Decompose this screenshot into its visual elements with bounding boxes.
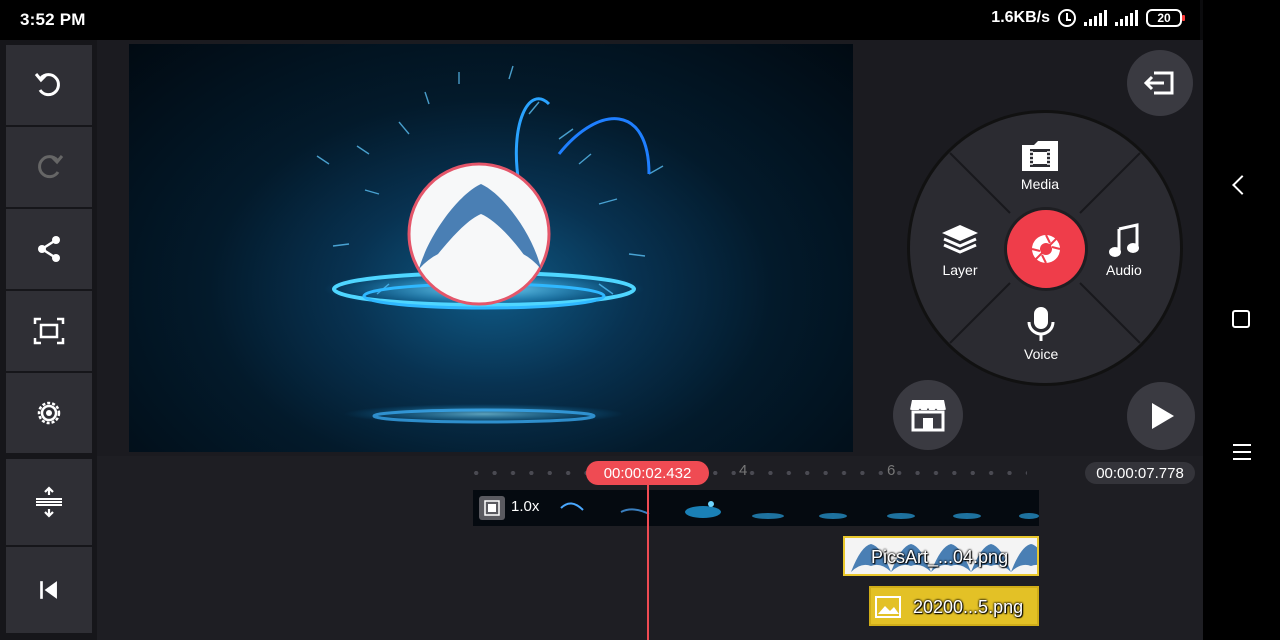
share-button[interactable] [6,209,92,289]
battery-icon: 20 [1146,9,1185,27]
asset-store-button[interactable] [893,380,963,450]
timeline[interactable]: 4 6 00:00:02.432 00:00:07.778 1.0x PicsA… [97,456,1203,640]
media-wheel: Media Layer Audio Voice [907,110,1183,386]
layers-icon [942,225,978,254]
ruler-mark-4: 4 [739,462,748,479]
layer-clip-name: 20200...5.png [913,597,1024,617]
skip-to-start-button[interactable] [6,547,92,633]
ruler-mark-6: 6 [887,462,896,479]
video-clip[interactable]: 1.0x [473,490,1039,526]
aspect-ratio-button[interactable] [6,291,92,371]
audio-button[interactable]: Audio [1106,223,1142,278]
image-layer-clip[interactable]: 20200...5.png [869,586,1039,626]
system-navigation [1203,0,1280,640]
preview-image [316,65,664,424]
timeline-expand-button[interactable] [6,459,92,545]
total-time-badge: 00:00:07.778 [1085,462,1195,484]
layer-button[interactable]: Layer [940,223,980,278]
settings-icon [37,401,61,425]
aspect-ratio-icon [33,317,65,345]
signal-icon [1115,10,1138,26]
timeline-expand-icon [36,486,62,518]
store-icon [909,400,947,432]
status-bar: 3:52 PM 1.6KB/s 20 [0,0,1200,40]
film-icon [479,496,505,520]
undo-button[interactable] [6,45,92,125]
voice-button[interactable]: Voice [1024,305,1058,362]
play-icon [1152,403,1174,429]
left-toolbar [0,40,97,640]
layer-clip-name: PicsArt_...04.png [871,547,1009,567]
status-time: 3:52 PM [20,10,86,29]
video-preview[interactable] [129,44,853,452]
back-icon[interactable] [1232,175,1252,195]
menu-icon[interactable] [1233,444,1251,460]
media-folder-icon [1022,141,1058,171]
media-button[interactable]: Media [1020,139,1060,192]
playhead[interactable] [647,484,649,640]
music-note-icon [1108,223,1139,257]
layer-label: Layer [942,262,978,278]
capture-button[interactable] [1004,207,1088,291]
undo-icon [34,73,60,97]
home-icon[interactable] [1232,310,1250,328]
media-label: Media [1020,176,1060,192]
audio-label: Audio [1106,262,1142,278]
video-clip-thumbnails [560,501,1039,519]
image-icon [875,596,901,618]
battery-level: 20 [1157,11,1171,25]
status-indicators: 1.6KB/s 20 [991,9,1185,27]
clip-speed-label: 1.0x [511,498,540,515]
exit-button[interactable] [1127,50,1193,116]
share-icon [38,236,60,262]
voice-label: Voice [1024,346,1059,362]
redo-icon [38,155,64,179]
current-time-badge: 00:00:02.432 [586,461,709,485]
right-panel: Media Layer Audio Voice [889,40,1203,456]
preview-area [97,40,889,456]
microphone-icon [1027,307,1055,341]
redo-button[interactable] [6,127,92,207]
play-button[interactable] [1127,382,1195,450]
camera-shutter-icon [1031,234,1061,264]
skip-to-start-icon [40,581,57,599]
alarm-icon [1058,9,1076,27]
image-layer-clip[interactable]: PicsArt_...04.png [843,536,1039,576]
network-speed: 1.6KB/s [991,9,1050,26]
settings-button[interactable] [6,373,92,453]
exit-icon [1143,71,1174,95]
signal-icon [1084,10,1107,26]
